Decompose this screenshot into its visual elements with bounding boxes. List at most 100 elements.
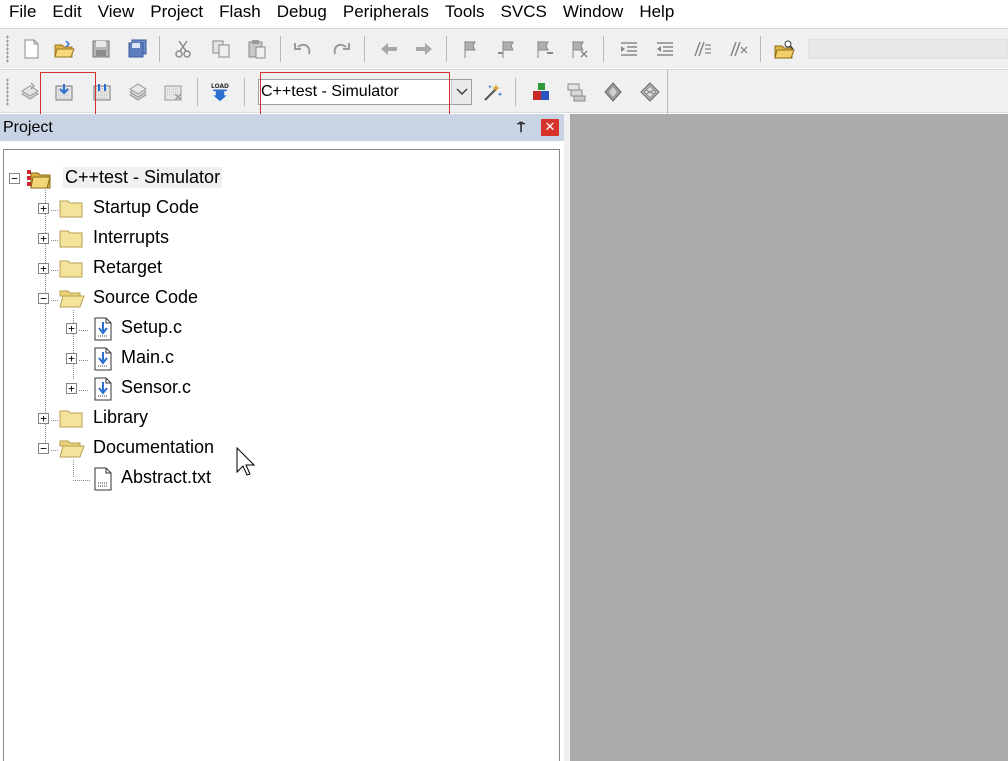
tree-group-label: Documentation xyxy=(93,437,215,457)
project-panel-title: Project xyxy=(3,118,53,136)
tree-connector xyxy=(73,480,91,481)
bookmark-prev-icon[interactable] xyxy=(494,36,520,62)
find-in-files-icon[interactable] xyxy=(771,36,797,62)
collapse-icon[interactable]: − xyxy=(38,293,49,304)
open-folder-icon[interactable] xyxy=(51,36,77,62)
text-file-icon xyxy=(92,467,116,491)
expand-icon[interactable]: + xyxy=(38,233,49,244)
menu-edit[interactable]: Edit xyxy=(44,0,89,25)
download-icon-label: LOAD xyxy=(211,84,229,90)
tree-connector xyxy=(51,210,59,211)
tree-connector xyxy=(51,240,59,241)
menu-window[interactable]: Window xyxy=(555,0,631,25)
redo-icon[interactable] xyxy=(328,36,354,62)
file-extensions-icon[interactable] xyxy=(563,79,589,105)
tree-file-label: Abstract.txt xyxy=(121,467,212,487)
toolbar-end-separator xyxy=(667,70,668,114)
build-toolbar: LOAD C++test - Simulator xyxy=(0,69,1008,114)
menu-tools[interactable]: Tools xyxy=(437,0,493,25)
tree-file-label: Sensor.c xyxy=(121,377,192,397)
expand-icon[interactable]: + xyxy=(66,323,77,334)
tree-connector xyxy=(79,360,89,361)
project-tree: − C++test - Simulator + Startup Code + I… xyxy=(3,149,560,761)
menu-peripherals[interactable]: Peripherals xyxy=(335,0,437,25)
tree-group-label: Source Code xyxy=(93,287,199,307)
pack-installer-icon[interactable] xyxy=(637,79,663,105)
tree-connector xyxy=(51,450,59,451)
expand-icon[interactable]: + xyxy=(66,353,77,364)
folder-icon xyxy=(59,228,83,250)
tree-connector xyxy=(51,300,59,301)
translate-icon[interactable] xyxy=(17,79,43,105)
menu-file[interactable]: File xyxy=(1,0,44,25)
paste-icon[interactable] xyxy=(244,36,270,62)
tree-connector xyxy=(45,190,46,446)
expand-icon[interactable]: + xyxy=(66,383,77,394)
project-panel-header: Project ⍑ ✕ xyxy=(0,114,564,141)
tree-group-label: Library xyxy=(93,407,149,427)
collapse-icon[interactable]: − xyxy=(38,443,49,454)
bookmark-clear-icon[interactable] xyxy=(566,36,592,62)
close-icon[interactable]: ✕ xyxy=(541,119,559,136)
target-options-icon[interactable] xyxy=(480,79,506,105)
menu-svcs[interactable]: SVCS xyxy=(493,0,555,25)
toolbar-separator xyxy=(197,78,198,106)
menu-bar: File Edit View Project Flash Debug Perip… xyxy=(0,0,1008,25)
manage-components-icon[interactable] xyxy=(528,79,554,105)
toolbar-separator xyxy=(159,36,160,62)
menu-view[interactable]: View xyxy=(90,0,143,25)
expand-icon[interactable]: + xyxy=(38,413,49,424)
build-icon[interactable] xyxy=(51,79,77,105)
expand-icon[interactable]: + xyxy=(38,203,49,214)
tree-connector xyxy=(51,420,59,421)
toolbar-separator xyxy=(603,36,604,62)
menu-debug[interactable]: Debug xyxy=(269,0,335,25)
uncomment-icon[interactable] xyxy=(725,36,751,62)
toolbar-grip[interactable] xyxy=(6,78,9,106)
comment-icon[interactable] xyxy=(689,36,715,62)
folder-icon xyxy=(59,408,83,430)
c-source-file-icon xyxy=(92,377,116,401)
new-file-icon[interactable] xyxy=(18,36,44,62)
rebuild-icon[interactable] xyxy=(89,79,115,105)
file-toolbar xyxy=(0,28,1008,68)
navigate-back-icon[interactable] xyxy=(376,36,402,62)
target-select-value: C++test - Simulator xyxy=(261,83,399,100)
mouse-pointer-icon xyxy=(236,446,258,477)
tree-connector xyxy=(73,460,74,478)
toolbar-separator xyxy=(244,78,245,106)
navigate-forward-icon[interactable] xyxy=(411,36,437,62)
indent-icon[interactable] xyxy=(616,36,642,62)
menu-flash[interactable]: Flash xyxy=(211,0,269,25)
bookmark-next-icon[interactable] xyxy=(531,36,557,62)
folder-icon xyxy=(59,258,83,280)
save-all-icon[interactable] xyxy=(124,36,150,62)
find-input[interactable] xyxy=(808,39,1008,59)
menu-help[interactable]: Help xyxy=(631,0,682,25)
collapse-icon[interactable]: − xyxy=(9,173,20,184)
batch-build-icon[interactable] xyxy=(125,79,151,105)
toolbar-grip[interactable] xyxy=(6,35,9,63)
tree-group-label: Startup Code xyxy=(93,197,200,217)
chevron-down-icon[interactable] xyxy=(451,80,471,104)
select-packs-icon[interactable] xyxy=(600,79,626,105)
undo-icon[interactable] xyxy=(290,36,316,62)
pin-icon[interactable]: ⍑ xyxy=(512,119,530,137)
project-root-icon xyxy=(26,168,51,190)
c-source-file-icon xyxy=(92,347,116,371)
copy-icon[interactable] xyxy=(208,36,234,62)
download-icon[interactable]: LOAD xyxy=(207,79,233,105)
tree-connector xyxy=(79,390,89,391)
cut-icon[interactable] xyxy=(170,36,196,62)
toolbar-separator xyxy=(280,36,281,62)
expand-icon[interactable]: + xyxy=(38,263,49,274)
unindent-icon[interactable] xyxy=(652,36,678,62)
bookmark-icon[interactable] xyxy=(458,36,484,62)
target-select[interactable]: C++test - Simulator xyxy=(258,79,472,105)
stop-build-icon[interactable] xyxy=(160,79,186,105)
toolbar-separator xyxy=(364,36,365,62)
tree-connector xyxy=(73,310,74,380)
menu-project[interactable]: Project xyxy=(142,0,211,25)
folder-icon xyxy=(59,198,83,220)
save-icon[interactable] xyxy=(88,36,114,62)
